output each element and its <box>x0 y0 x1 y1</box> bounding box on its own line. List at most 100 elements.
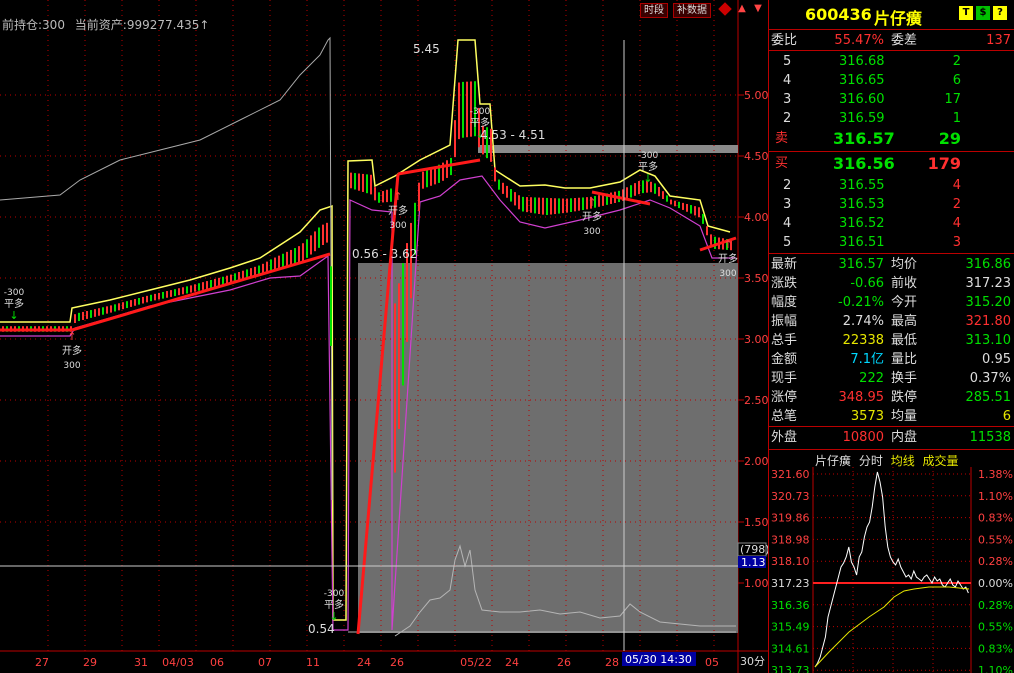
price-tick-label: 3.00 <box>744 333 768 346</box>
candle <box>366 174 368 194</box>
mini-pct-tick: 1.10% <box>978 664 1013 673</box>
tab-timeshare[interactable]: 分时 <box>859 454 883 468</box>
candle <box>106 306 108 314</box>
buy-row[interactable]: 买 316.56 179 <box>769 153 1014 175</box>
mini-pct-tick: 1.38% <box>978 468 1013 481</box>
ask-row[interactable]: 5 316.68 2 <box>769 52 1014 71</box>
candle <box>126 301 128 309</box>
candle <box>666 195 668 202</box>
date-tick-label: 06 <box>210 656 224 669</box>
trade-mark-label: 开多 <box>62 344 82 357</box>
trade-mark-qty: 300 <box>389 221 406 231</box>
candle <box>298 246 300 264</box>
sell-row[interactable]: 卖 316.57 29 <box>769 128 1014 150</box>
candle <box>374 187 376 201</box>
order-ratio-row: 委比 55.47% 委差 137 <box>769 31 1014 50</box>
ask-row[interactable]: 3 316.60 17 <box>769 90 1014 109</box>
period-label[interactable]: 30分 <box>740 655 765 668</box>
outer-inner-row: 外盘 10800 内盘 11538 <box>769 428 1014 447</box>
trade-segment <box>71 252 331 332</box>
candle <box>350 172 352 189</box>
help-icon[interactable]: ? <box>993 6 1007 20</box>
low-label: 0.54 <box>308 622 335 636</box>
tab-stock[interactable]: 片仔癀 <box>815 454 851 468</box>
trade-mark-qty: 300 <box>719 269 736 279</box>
candle <box>286 251 288 267</box>
candle <box>262 263 264 274</box>
mini-pct-tick: 0.83% <box>978 512 1013 525</box>
tab-volume[interactable]: 成交量 <box>923 454 959 468</box>
candle <box>418 182 420 212</box>
candle <box>270 259 272 271</box>
period-button[interactable]: 时段 <box>640 3 668 18</box>
down-arrow-icon[interactable]: ▼ <box>752 3 764 15</box>
candle <box>178 288 180 296</box>
fill-data-button[interactable]: 补数据 <box>673 3 711 18</box>
t-icon[interactable]: T <box>959 6 973 20</box>
bid-row[interactable]: 3 316.53 2 <box>769 195 1014 214</box>
timeshare-chart[interactable]: 321.60 1.38% 320.73 1.10% 319.86 0.83% 318.98 0… <box>769 467 1014 673</box>
candle <box>422 171 424 189</box>
kline-chart[interactable]: -300 平多 ↓ ↑ 开多 300 -300 平多 ↓ ↑ 开多 300 -300 平多 ↓ ↑ 开多 300-… <box>0 0 770 673</box>
date-tick-label: 07 <box>258 656 272 669</box>
quote-label: 最低 <box>891 333 918 348</box>
candle <box>638 181 640 195</box>
candle <box>146 295 148 303</box>
candle <box>426 169 428 188</box>
candle <box>330 266 332 346</box>
date-tick-label: 31 <box>134 656 148 669</box>
candle <box>686 203 688 212</box>
candle <box>266 261 268 272</box>
candle <box>174 289 176 297</box>
candle <box>278 255 280 269</box>
trade-mark[interactable]: -300平多↓ <box>324 589 345 623</box>
candle <box>138 297 140 305</box>
level-volume: 4 <box>952 216 961 231</box>
tab-avg-line[interactable]: 均线 <box>891 454 915 468</box>
cursor-time: 05/30 14:30 <box>625 653 692 666</box>
money-icon[interactable]: $ <box>976 6 990 20</box>
bid-row[interactable]: 2 316.55 4 <box>769 176 1014 195</box>
position-qty: 前持仓:300 <box>2 18 65 32</box>
quote-value: 6 <box>1002 409 1011 424</box>
price-tick-label: 2.50 <box>744 394 768 407</box>
candle <box>506 185 508 198</box>
candle <box>314 231 316 252</box>
level-price: 316.65 <box>839 73 885 88</box>
candle <box>522 196 524 212</box>
quote-row: 金额 7.1亿 量比 0.95 <box>769 350 1014 369</box>
candle <box>90 310 92 318</box>
level-label: 4 <box>783 73 792 88</box>
candle <box>538 197 540 215</box>
quote-label: 今开 <box>891 295 918 310</box>
position-info: 前持仓:300 当前资产:999277.435↑ <box>2 16 209 33</box>
candle <box>562 198 564 214</box>
level-volume: 2 <box>952 54 961 69</box>
up-arrow-icon[interactable]: ▲ <box>736 3 748 15</box>
ask-row[interactable]: 2 316.59 1 <box>769 109 1014 128</box>
trade-mark-label: 开多 <box>388 204 408 217</box>
quote-label: 现手 <box>771 371 798 386</box>
bid-row[interactable]: 5 316.51 3 <box>769 233 1014 252</box>
level-price: 316.52 <box>839 216 885 231</box>
trade-mark-qty: -300 <box>324 589 345 599</box>
candle <box>574 198 576 212</box>
trade-mark[interactable]: -300平多↓ <box>638 151 659 185</box>
ask-row[interactable]: 4 316.65 6 <box>769 71 1014 90</box>
quote-row: 涨跌 -0.66 前收 317.23 <box>769 274 1014 293</box>
price-tick-label: 4.00 <box>744 211 768 224</box>
candle <box>654 183 656 194</box>
quote-value: 222 <box>859 371 884 386</box>
candle <box>526 197 528 213</box>
price-tick-label: 3.50 <box>744 272 768 285</box>
date-tick-label: 24 <box>357 656 371 669</box>
trade-mark[interactable]: -300平多↓ <box>4 288 25 322</box>
bid-row[interactable]: 4 316.52 4 <box>769 214 1014 233</box>
mini-grid <box>812 467 972 673</box>
candle <box>518 195 520 210</box>
candle <box>358 173 360 191</box>
level-volume: 3 <box>952 235 961 250</box>
candle <box>534 197 536 214</box>
candle <box>466 81 468 138</box>
candle <box>130 300 132 307</box>
